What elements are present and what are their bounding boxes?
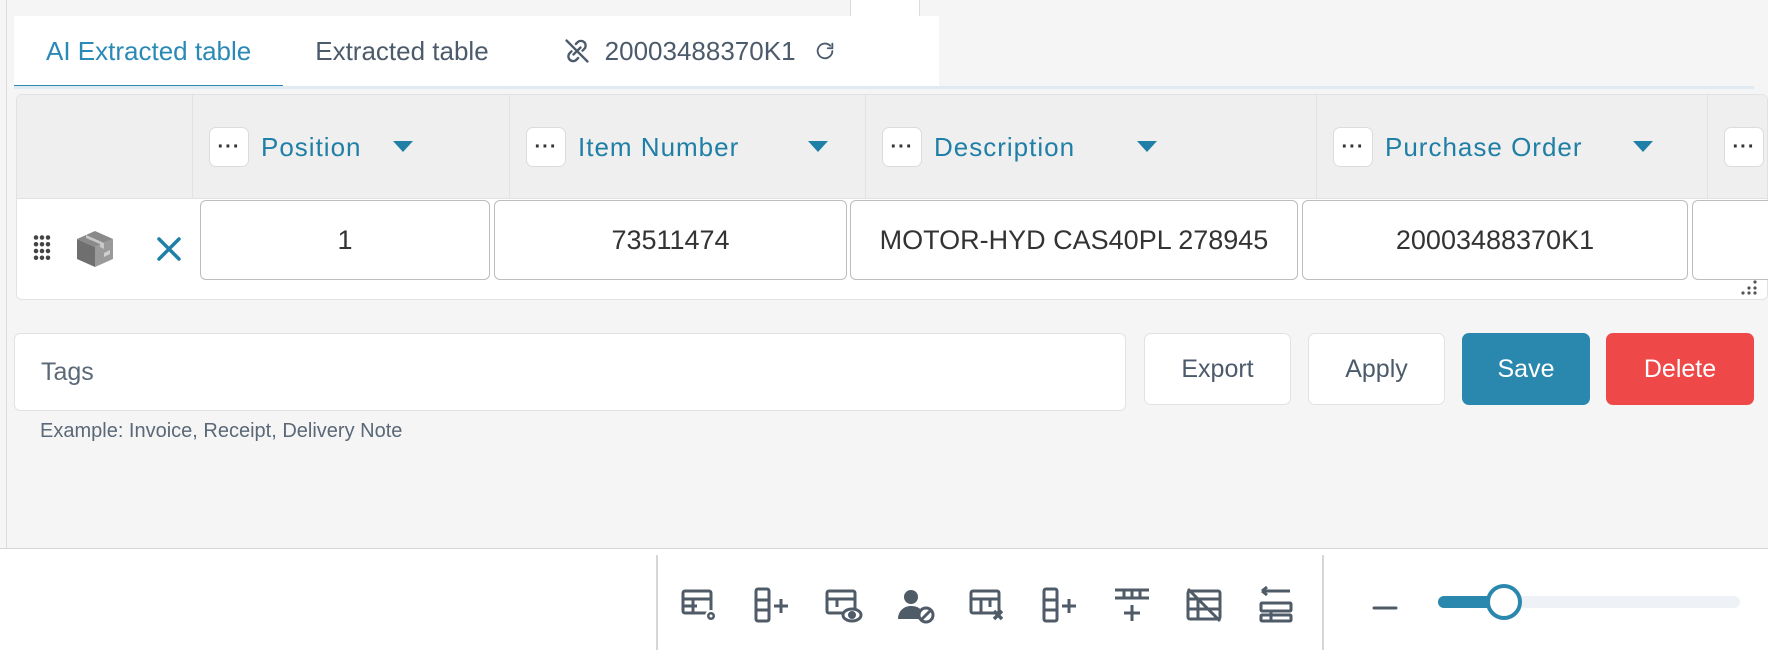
- column-header-next: ···: [1708, 95, 1767, 199]
- tab-extracted-label: Extracted table: [315, 35, 489, 66]
- apply-button[interactable]: Apply: [1308, 333, 1445, 405]
- column-header-item-number: ··· Item Number: [510, 95, 866, 199]
- table-settings-icon[interactable]: [680, 585, 720, 625]
- column-menu-button[interactable]: ···: [209, 127, 249, 167]
- column-label: Purchase Order: [1385, 131, 1583, 162]
- refresh-icon[interactable]: [814, 40, 836, 62]
- package-icon[interactable]: [73, 229, 117, 269]
- delete-button[interactable]: Delete: [1606, 333, 1754, 405]
- sort-caret-icon[interactable]: [393, 141, 413, 152]
- drag-handle-icon[interactable]: [33, 234, 51, 262]
- column-menu-button[interactable]: ···: [882, 127, 922, 167]
- tags-hint: Example: Invoice, Receipt, Delivery Note: [40, 420, 403, 442]
- left-divider: [6, 0, 7, 548]
- close-icon[interactable]: [149, 229, 189, 269]
- header-controls-cell: [17, 95, 193, 199]
- column-header-purchase-order: ··· Purchase Order: [1317, 95, 1708, 199]
- user-block-icon[interactable]: [896, 585, 936, 625]
- column-header-description: ··· Description: [866, 95, 1317, 199]
- tab-linked-document[interactable]: 20003488370K1: [521, 16, 868, 86]
- insert-column-icon[interactable]: [1040, 585, 1080, 625]
- zoom-slider-thumb[interactable]: [1486, 584, 1522, 620]
- unlink-icon[interactable]: [563, 37, 591, 65]
- sort-caret-icon[interactable]: [808, 141, 828, 152]
- cell-next-column[interactable]: [1692, 200, 1768, 280]
- column-label: Description: [934, 131, 1076, 162]
- zoom-out-icon[interactable]: [1372, 595, 1398, 621]
- linked-document-number: 20003488370K1: [604, 35, 796, 66]
- toolbar-divider: [656, 555, 658, 650]
- tags-input[interactable]: [14, 333, 1126, 411]
- save-button[interactable]: Save: [1462, 333, 1590, 405]
- delete-table-icon[interactable]: [968, 585, 1008, 625]
- column-menu-button[interactable]: ···: [1724, 127, 1764, 167]
- cell-item-number[interactable]: 73511474: [494, 200, 847, 280]
- tab-ai-extracted-table[interactable]: AI Extracted table: [14, 16, 284, 89]
- zoom-slider[interactable]: [1438, 584, 1740, 620]
- table-preview-icon[interactable]: [824, 585, 864, 625]
- column-label: Position: [261, 131, 362, 162]
- hide-grid-icon[interactable]: [1184, 585, 1224, 625]
- add-column-icon[interactable]: [752, 585, 792, 625]
- resize-grip-icon[interactable]: [1735, 279, 1759, 295]
- toolbar-divider: [1322, 555, 1324, 650]
- add-row-icon[interactable]: [1112, 585, 1152, 625]
- table-header: ··· Position ··· Item Number ··· Descrip…: [17, 95, 1767, 199]
- sort-caret-icon[interactable]: [1137, 141, 1157, 152]
- column-menu-button[interactable]: ···: [1333, 127, 1373, 167]
- tab-bar: AI Extracted table Extracted table 20003…: [14, 16, 939, 89]
- cell-description[interactable]: MOTOR-HYD CAS40PL 278945: [850, 200, 1298, 280]
- tab-underline: [14, 86, 1754, 89]
- export-button[interactable]: Export: [1144, 333, 1291, 405]
- align-rows-icon[interactable]: [1256, 585, 1296, 625]
- sort-caret-icon[interactable]: [1633, 141, 1653, 152]
- cell-purchase-order[interactable]: 20003488370K1: [1302, 200, 1688, 280]
- cell-position[interactable]: 1: [200, 200, 490, 280]
- column-menu-button[interactable]: ···: [526, 127, 566, 167]
- tab-ai-extracted-label: AI Extracted table: [46, 35, 252, 66]
- column-label: Item Number: [578, 131, 740, 162]
- main-area: AI Extracted table Extracted table 20003…: [0, 0, 1768, 548]
- tab-extracted-table[interactable]: Extracted table: [283, 16, 520, 86]
- column-header-position: ··· Position: [193, 95, 510, 199]
